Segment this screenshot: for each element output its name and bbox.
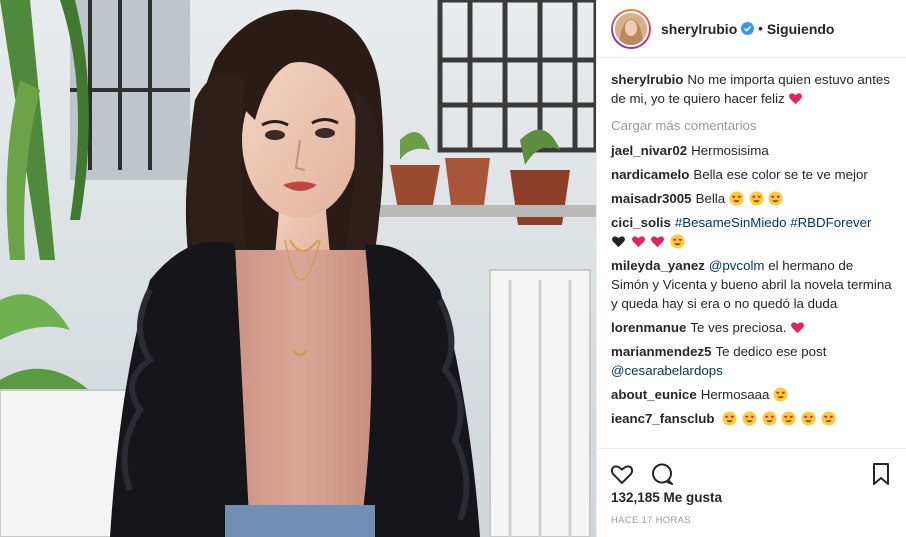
caption-username[interactable]: sherylrubio [611,72,683,87]
comment-text: Hermosaaa [700,387,770,402]
comment-username[interactable]: about_eunice [611,387,697,402]
comment-username[interactable]: maisadr3005 [611,191,692,206]
avatar[interactable] [611,8,651,49]
comment-item: about_eunice Hermosaaa [611,385,892,404]
comment-username[interactable]: marianmendez5 [611,344,712,359]
heart-eyes-emoji [742,411,757,426]
heart-eyes-emoji [749,191,764,206]
comment-item: lorenmanue Te ves preciosa. [611,318,892,337]
instagram-post: sherylrubio • Siguiendo sherylrubio No me… [0,0,906,537]
likes-count[interactable]: 132,185 Me gusta [611,490,722,505]
comment-text: Bella [695,191,726,206]
heart-emoji [789,93,803,105]
action-bar [597,448,906,488]
heart-emoji [791,322,805,334]
comment-username[interactable]: nardicamelo [611,167,689,182]
comment-text: Te dedico ese post [715,344,827,359]
comment-text: Hermosisima [691,143,769,158]
comment-item: marianmendez5 Te dedico ese post @cesarab… [611,342,892,380]
heart-eyes-emoji [768,191,783,206]
comment-username[interactable]: cici_solis [611,215,671,230]
bookmark-icon [873,462,889,485]
heart-eyes-emoji [762,411,777,426]
avatar-image [613,10,649,47]
header-username[interactable]: sherylrubio [661,21,737,37]
verified-badge-icon [741,22,755,35]
comment-text: Bella ese color se te ve mejor [693,167,868,182]
heart-eyes-emoji [801,411,816,426]
header-separator: • [758,21,763,36]
save-button[interactable] [868,461,894,487]
comment-item: cici_solis #BesameSinMiedo #RBDForever [611,213,892,251]
comment-text: Te ves preciosa. [690,320,787,335]
emoji-group [729,191,784,206]
heart-emoji [651,236,665,248]
following-button[interactable]: Siguiendo [767,21,835,37]
heart-eyes-emoji [781,411,796,426]
heart-eyes-emoji [670,234,685,249]
mention-link[interactable]: @cesarabelardops [611,363,723,378]
hashtag-link[interactable]: #BesameSinMiedo [675,215,787,230]
speech-bubble-icon [652,463,673,485]
load-more-comments-button[interactable]: Cargar más comentarios [611,118,892,133]
comments-list[interactable]: sherylrubio No me importa quien estuvo an… [597,70,906,444]
comment-item: maisadr3005 Bella [611,189,892,208]
like-button[interactable] [609,461,635,487]
comment-username[interactable]: jael_nivar02 [611,143,687,158]
comment-username[interactable]: ieanc7_fansclub [611,411,714,426]
mention-link[interactable]: @pvcolm [709,258,765,273]
post-timestamp[interactable]: HACE 17 HORAS [611,515,691,526]
comment-username[interactable]: mileyda_yanez [611,258,705,273]
black-heart-emoji [612,236,625,248]
heart-eyes-emoji [722,411,737,426]
hashtag-link[interactable]: #RBDForever [790,215,871,230]
post-sidebar: sherylrubio • Siguiendo sherylrubio No me… [596,0,906,537]
emoji-group [611,234,686,249]
heart-eyes-emoji [729,191,744,206]
comment-username[interactable]: lorenmanue [611,320,686,335]
comment-item: jael_nivar02 Hermosisima [611,141,892,160]
post-photo[interactable] [0,0,596,537]
comment-button[interactable] [649,461,675,487]
heart-outline-icon [610,464,634,484]
photo-illustration [0,0,596,537]
heart-eyes-emoji [821,411,836,426]
heart-emoji [631,236,645,248]
emoji-group [722,411,837,426]
comment-item: mileyda_yanez @pvcolm el hermano de Simón… [611,256,892,313]
post-header: sherylrubio • Siguiendo [597,0,906,58]
heart-eyes-emoji [773,387,788,402]
comment-item: nardicamelo Bella ese color se te ve mejo… [611,165,892,184]
caption: sherylrubio No me importa quien estuvo an… [611,70,892,108]
comment-item: ieanc7_fansclub [611,409,892,428]
